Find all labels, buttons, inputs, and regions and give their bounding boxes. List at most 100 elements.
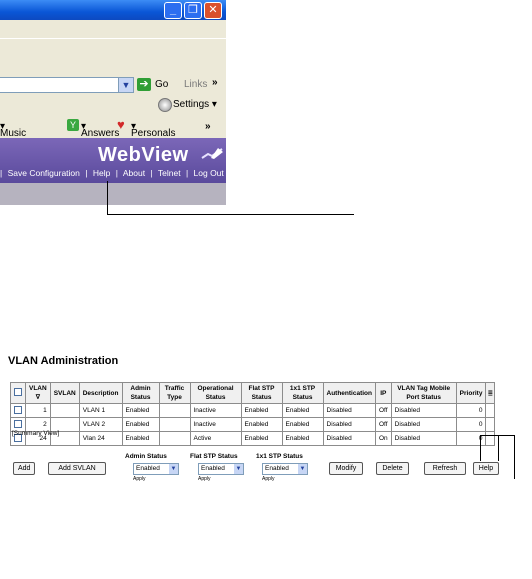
- cell-mobile-tag: Disabled: [390, 431, 457, 446]
- cell-operational-status: Inactive: [189, 403, 242, 418]
- column-header-vlan[interactable]: VLAN ∇: [25, 382, 51, 404]
- vlan-table: VLAN ∇ SVLAN Description Admin Status Tra…: [10, 382, 496, 446]
- nav-link-save-configuration[interactable]: Save Configuration: [8, 168, 80, 178]
- chevron-down-icon[interactable]: ▼: [234, 464, 243, 474]
- admin-status-label: Admin Status: [125, 453, 167, 460]
- column-header-priority[interactable]: Priority: [455, 382, 487, 404]
- refresh-button[interactable]: Refresh: [424, 462, 466, 475]
- nav-separator: |: [0, 168, 3, 178]
- links-more-chevron[interactable]: »: [212, 77, 218, 88]
- select-all-checkbox[interactable]: [14, 387, 22, 396]
- cell-priority: 0: [455, 431, 487, 446]
- webview-nav-links: | Save Configuration | Help | About | Te…: [0, 168, 226, 178]
- row-checkbox-cell[interactable]: [10, 403, 26, 418]
- cell-vlan: 1: [25, 403, 51, 418]
- cell-ip: On: [375, 431, 392, 446]
- go-arrow-icon[interactable]: ➔: [137, 78, 151, 91]
- browser-window-crop: _ ❐ ✕ ▼ ➔ Go Links » Settings ▾ Music ▾ …: [0, 0, 226, 233]
- nav-link-about[interactable]: About: [123, 168, 145, 178]
- answers-link[interactable]: Answers ▾: [81, 121, 119, 139]
- column-header-traffic-type[interactable]: Traffic Type: [158, 382, 191, 404]
- cell-traffic-type: [158, 403, 191, 418]
- add-button[interactable]: Add: [13, 462, 36, 475]
- address-input[interactable]: [0, 77, 119, 93]
- webview-title: WebView: [98, 144, 189, 166]
- links-toolbar: Music ▾ Y Answers ▾ ♥ Personals ▾ »: [0, 114, 226, 139]
- add-svlan-button[interactable]: Add SVLAN: [48, 462, 106, 475]
- cell-traffic-type: [158, 431, 191, 446]
- settings-icon[interactable]: [158, 98, 172, 112]
- standard-toolbar: [0, 38, 226, 75]
- minimize-button[interactable]: _: [164, 2, 182, 19]
- 1x1-stp-status-select[interactable]: Enabled ▼: [262, 463, 308, 475]
- column-header-flat-stp-status[interactable]: Flat STP Status: [240, 382, 283, 404]
- callout-line: [498, 435, 499, 461]
- nav-separator: |: [185, 168, 189, 178]
- cell-flat-stp: Enabled: [240, 417, 283, 432]
- nav-separator: |: [85, 168, 88, 178]
- flat-stp-status-select[interactable]: Enabled ▼: [198, 463, 244, 475]
- nav-link-help[interactable]: Help: [93, 168, 110, 178]
- callout-line: [107, 214, 354, 215]
- 1x1-stp-status-label: 1x1 STP Status: [256, 453, 303, 460]
- cell-traffic-type: [158, 417, 191, 432]
- answers-icon: Y: [67, 119, 79, 131]
- window-titlebar: _ ❐ ✕: [0, 0, 226, 20]
- cell-priority: 0: [455, 417, 487, 432]
- cell-admin-status: Enabled: [121, 417, 160, 432]
- address-dropdown-button[interactable]: ▼: [118, 77, 134, 93]
- cell-ip: Off: [375, 417, 392, 432]
- cell-description: VLAN 2: [78, 417, 123, 432]
- page-title: VLAN Administration: [8, 355, 119, 367]
- nav-separator: |: [115, 168, 118, 178]
- settings-button[interactable]: Settings ▾: [173, 99, 217, 110]
- column-header-admin-status[interactable]: Admin Status: [121, 382, 160, 404]
- flat-stp-status-apply[interactable]: Apply: [198, 476, 211, 482]
- nav-link-log-out[interactable]: Log Out: [194, 168, 224, 178]
- callout-line: [480, 435, 514, 436]
- chevron-down-icon[interactable]: ▼: [298, 464, 307, 474]
- personals-link[interactable]: Personals ▾: [131, 121, 175, 139]
- cell-authentication: Disabled: [322, 431, 376, 446]
- sort-down-icon[interactable]: ∇: [36, 394, 41, 401]
- maximize-button[interactable]: ❐: [184, 2, 202, 19]
- column-header-ip[interactable]: IP: [375, 382, 392, 404]
- cell-authentication: Disabled: [322, 403, 376, 418]
- column-header-description[interactable]: Description: [78, 382, 123, 404]
- 1x1-stp-status-apply[interactable]: Apply: [262, 476, 275, 482]
- callout-line: [480, 435, 481, 461]
- cell-description: Vlan 24: [78, 431, 123, 446]
- column-header-operational-status[interactable]: Operational Status: [189, 382, 242, 404]
- modify-button[interactable]: Modify: [329, 462, 363, 475]
- row-checkbox[interactable]: [14, 419, 22, 428]
- links-bar-more-chevron[interactable]: »: [205, 121, 211, 132]
- heart-icon: ♥: [117, 117, 125, 132]
- select-all-header[interactable]: [10, 382, 26, 404]
- column-header-svlan[interactable]: SVLAN: [49, 382, 80, 404]
- callout-line: [514, 435, 515, 479]
- nav-link-telnet[interactable]: Telnet: [158, 168, 181, 178]
- admin-status-apply[interactable]: Apply: [133, 476, 146, 482]
- links-label[interactable]: Links: [184, 79, 207, 90]
- cell-1x1-stp: Enabled: [281, 403, 324, 418]
- table-row[interactable]: 2 VLAN 2 Enabled Inactive Enabled Enable…: [10, 417, 496, 432]
- table-row[interactable]: 1 VLAN 1 Enabled Inactive Enabled Enable…: [10, 403, 496, 418]
- pen-icon: [201, 148, 223, 159]
- column-header-1x1-stp-status[interactable]: 1x1 STP Status: [281, 382, 324, 404]
- music-link[interactable]: Music ▾: [0, 121, 26, 139]
- go-button[interactable]: Go: [155, 79, 168, 90]
- admin-status-select[interactable]: Enabled ▼: [133, 463, 179, 475]
- close-button[interactable]: ✕: [204, 2, 222, 19]
- column-header-mobile-port-status[interactable]: VLAN Tag Mobile Port Status: [390, 382, 457, 404]
- table-row[interactable]: 24 Vlan 24 Enabled Active Enabled Enable…: [10, 431, 496, 446]
- table-header-row: VLAN ∇ SVLAN Description Admin Status Tra…: [10, 382, 496, 404]
- row-checkbox[interactable]: [14, 405, 22, 414]
- summary-view-link[interactable]: [Summary View]: [12, 430, 59, 437]
- chevron-down-icon[interactable]: ▼: [169, 464, 178, 474]
- column-chooser-icon[interactable]: ≣: [485, 382, 496, 404]
- cell-ip: Off: [375, 403, 392, 418]
- column-header-authentication[interactable]: Authentication: [322, 382, 376, 404]
- delete-button[interactable]: Delete: [376, 462, 409, 475]
- callout-line: [107, 181, 108, 214]
- help-button[interactable]: Help: [473, 462, 499, 475]
